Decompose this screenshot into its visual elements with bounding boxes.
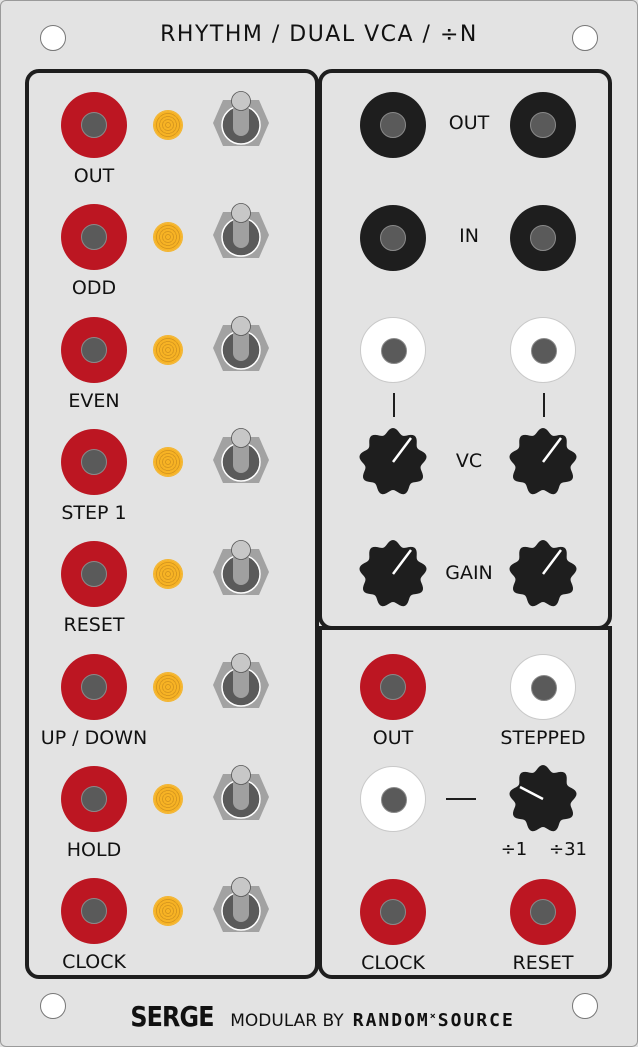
- vca2-cv-jack[interactable]: [510, 317, 576, 383]
- rhythm-jack[interactable]: [61, 92, 127, 158]
- toggle-switch[interactable]: [213, 202, 269, 268]
- module-title: RHYTHM / DUAL VCA / ÷N: [160, 22, 478, 47]
- brand-serge: SERGE: [130, 1000, 215, 1033]
- vca1-cv-jack[interactable]: [360, 317, 426, 383]
- stepped-label: STEPPED: [500, 727, 586, 749]
- toggle-switch[interactable]: [213, 764, 269, 830]
- toggle-switch[interactable]: [213, 876, 269, 942]
- led-indicator: [154, 111, 182, 139]
- brand-footer: SERGE MODULAR BY RANDOM×SOURCE: [0, 1000, 638, 1033]
- cv-link-line-3: [446, 798, 476, 800]
- gain-label: GAIN: [445, 562, 493, 584]
- vca2-in-jack[interactable]: [510, 205, 576, 271]
- rhythm-label: UP / DOWN: [40, 727, 148, 749]
- rhythm-label: HOLD: [66, 839, 122, 861]
- rhythm-label: STEP 1: [61, 502, 127, 524]
- vca-in-label: IN: [459, 225, 479, 247]
- divider-reset-label: RESET: [512, 952, 574, 974]
- led-indicator: [154, 223, 182, 251]
- jack-socket: [81, 786, 107, 812]
- led-indicator: [154, 448, 182, 476]
- rhythm-label: EVEN: [68, 390, 120, 412]
- rhythm-jack[interactable]: [61, 766, 127, 832]
- rhythm-jack[interactable]: [61, 541, 127, 607]
- vca1-gain-knob[interactable]: [357, 538, 429, 610]
- toggle-switch[interactable]: [213, 652, 269, 718]
- brand-random-source: RANDOM×SOURCE: [352, 1010, 515, 1031]
- rhythm-jack[interactable]: [61, 878, 127, 944]
- division-knob[interactable]: [507, 763, 579, 835]
- vca1-in-jack[interactable]: [360, 205, 426, 271]
- toggle-switch[interactable]: [213, 427, 269, 493]
- rhythm-jack[interactable]: [61, 654, 127, 720]
- vca1-out-jack[interactable]: [360, 92, 426, 158]
- brand-modular-by: MODULAR BY: [230, 1011, 344, 1031]
- vc-label: VC: [455, 450, 483, 472]
- vca2-gain-knob[interactable]: [507, 538, 579, 610]
- jack-socket: [81, 674, 107, 700]
- vca1-vc-knob[interactable]: [357, 426, 429, 498]
- jack-socket: [81, 224, 107, 250]
- toggle-switch[interactable]: [213, 315, 269, 381]
- led-indicator: [154, 673, 182, 701]
- rhythm-jack[interactable]: [61, 317, 127, 383]
- division-max-label: ÷31: [549, 839, 587, 860]
- jack-socket: [81, 112, 107, 138]
- divider-out-jack[interactable]: [360, 654, 426, 720]
- led-indicator: [154, 336, 182, 364]
- jack-socket: [81, 561, 107, 587]
- jack-socket: [81, 449, 107, 475]
- divider-clock-label: CLOCK: [361, 952, 425, 974]
- led-indicator: [154, 560, 182, 588]
- divider-reset-jack[interactable]: [510, 879, 576, 945]
- rhythm-label: ODD: [71, 277, 117, 299]
- rhythm-jack[interactable]: [61, 429, 127, 495]
- cv-link-line-2: [543, 393, 545, 417]
- divider-cv-jack[interactable]: [360, 766, 426, 832]
- jack-socket: [81, 898, 107, 924]
- rhythm-label: OUT: [73, 165, 115, 187]
- cv-link-line-1: [393, 393, 395, 417]
- led-indicator: [154, 785, 182, 813]
- vca-out-label: OUT: [448, 112, 490, 134]
- rhythm-jack[interactable]: [61, 204, 127, 270]
- division-min-label: ÷1: [500, 839, 528, 860]
- vca2-out-jack[interactable]: [510, 92, 576, 158]
- rhythm-label: RESET: [63, 614, 125, 636]
- vca2-vc-knob[interactable]: [507, 426, 579, 498]
- rhythm-label: CLOCK: [62, 951, 126, 973]
- jack-socket: [81, 337, 107, 363]
- led-indicator: [154, 897, 182, 925]
- divider-out-label: OUT: [372, 727, 414, 749]
- stepped-jack[interactable]: [510, 654, 576, 720]
- toggle-switch[interactable]: [213, 539, 269, 605]
- divider-clock-jack[interactable]: [360, 879, 426, 945]
- toggle-switch[interactable]: [213, 90, 269, 156]
